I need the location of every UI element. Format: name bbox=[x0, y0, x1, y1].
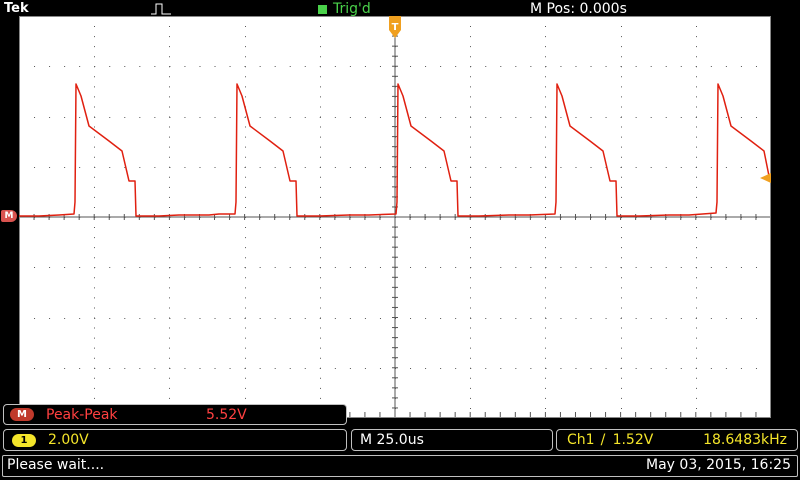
measurement-readout[interactable]: M Peak-Peak 5.52V bbox=[3, 404, 347, 425]
timebase-readout[interactable]: M 25.0us bbox=[351, 429, 553, 451]
trigger-source: Ch1 bbox=[567, 432, 595, 448]
trigger-readout[interactable]: Ch1 / 1.52V 18.6483kHz bbox=[556, 429, 798, 451]
trigger-pulse-icon bbox=[151, 3, 171, 15]
footer-timestamp: May 03, 2015, 16:25 bbox=[646, 457, 791, 473]
trigger-status-indicator bbox=[318, 4, 327, 14]
trigger-frequency: 18.6483kHz bbox=[703, 432, 787, 448]
trigger-position-label: T bbox=[392, 22, 399, 33]
measurement-value: 5.52V bbox=[206, 406, 247, 423]
measurement-type: Peak-Peak bbox=[46, 406, 118, 423]
math-waveform-trace bbox=[19, 83, 770, 217]
timebase-value: M 25.0us bbox=[360, 432, 424, 448]
trigger-level: 1.52V bbox=[612, 432, 654, 448]
footer-bar: Please wait.... May 03, 2015, 16:25 bbox=[0, 453, 800, 480]
waveform-display[interactable]: T bbox=[19, 16, 771, 418]
channel-1-scale: 2.00V bbox=[48, 432, 89, 448]
footer-message: Please wait.... bbox=[7, 457, 105, 473]
math-reference-marker[interactable]: M bbox=[1, 210, 17, 222]
status-row: 1 2.00V M 25.0us Ch1 / 1.52V 18.6483kHz bbox=[0, 429, 800, 451]
footer-message-box: Please wait.... May 03, 2015, 16:25 bbox=[2, 455, 798, 477]
channel-readout[interactable]: 1 2.00V bbox=[3, 429, 347, 451]
channel-1-badge: 1 bbox=[12, 433, 36, 447]
trigger-level-marker[interactable] bbox=[760, 173, 771, 183]
measurement-source-badge: M bbox=[10, 408, 34, 421]
trigger-edge-icon: / bbox=[600, 432, 606, 448]
waveform-graticule: T bbox=[19, 16, 771, 418]
graticule-grid bbox=[19, 16, 771, 418]
